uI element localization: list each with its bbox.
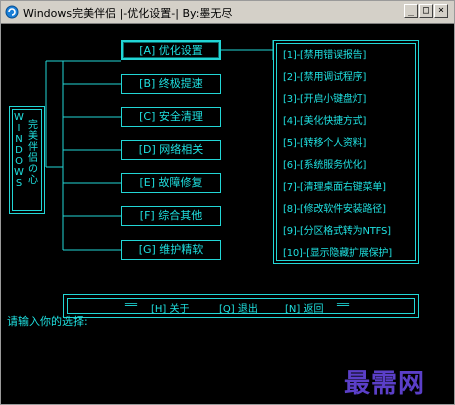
option-10[interactable]: [10]-[显示隐藏扩展保护]: [283, 244, 392, 259]
menu-optimize-settings[interactable]: [A] 优化设置: [121, 40, 221, 60]
menu-ultimate-speedup[interactable]: [B] 终极提速: [121, 74, 221, 94]
menu-fault-repair[interactable]: [E] 故障修复: [121, 173, 221, 193]
option-3[interactable]: [3]-[开启小键盘灯]: [283, 90, 366, 105]
close-button[interactable]: ×: [434, 4, 448, 18]
menu-security-cleanup[interactable]: [C] 安全清理: [121, 107, 221, 127]
console-area: W I N D O W S 完 美 伴 侣 の 心 [A] 优化设置 [B] 终…: [1, 24, 454, 404]
option-2[interactable]: [2]-[禁用调试程序]: [283, 68, 366, 83]
option-4[interactable]: [4]-[美化快捷方式]: [283, 112, 366, 127]
title-bar[interactable]: Windows完美伴侣 |-优化设置-| By:墨无尽 _ □ ×: [1, 1, 454, 24]
menu-network[interactable]: [D] 网络相关: [121, 140, 221, 160]
companion-vertical-text: 完 美 伴 侣 の 心: [28, 120, 38, 186]
menu-misc[interactable]: [F] 综合其他: [121, 206, 221, 226]
option-8[interactable]: [8]-[修改软件安装路径]: [283, 200, 386, 215]
about-button[interactable]: [H] 关于: [151, 300, 190, 315]
maximize-button[interactable]: □: [419, 4, 433, 18]
windows-vertical-text: W I N D O W S: [14, 112, 24, 189]
option-1[interactable]: [1]-[禁用错误报告]: [283, 46, 366, 61]
bottom-right-deco: ══: [337, 300, 350, 311]
window-title: Windows完美伴侣 |-优化设置-| By:墨无尽: [23, 7, 233, 20]
option-5[interactable]: [5]-[转移个人资料]: [283, 134, 366, 149]
menu-maintenance-software[interactable]: [G] 维护精软: [121, 240, 221, 260]
console-window: Windows完美伴侣 |-优化设置-| By:墨无尽 _ □ × W I N …: [0, 0, 455, 405]
back-button[interactable]: [N] 返回: [285, 300, 323, 315]
brand-watermark: 最需网: [344, 369, 426, 399]
minimize-button[interactable]: _: [404, 4, 418, 18]
option-7[interactable]: [7]-[清理桌面右键菜单]: [283, 178, 386, 193]
input-prompt: 请输入你的选择:: [7, 315, 88, 328]
bottom-left-deco: ══: [125, 300, 138, 311]
option-6[interactable]: [6]-[系统服务优化]: [283, 156, 366, 171]
app-icon: [5, 5, 19, 19]
quit-button[interactable]: [Q] 退出: [219, 300, 258, 315]
option-9[interactable]: [9]-[分区格式转为NTFS]: [283, 222, 391, 237]
